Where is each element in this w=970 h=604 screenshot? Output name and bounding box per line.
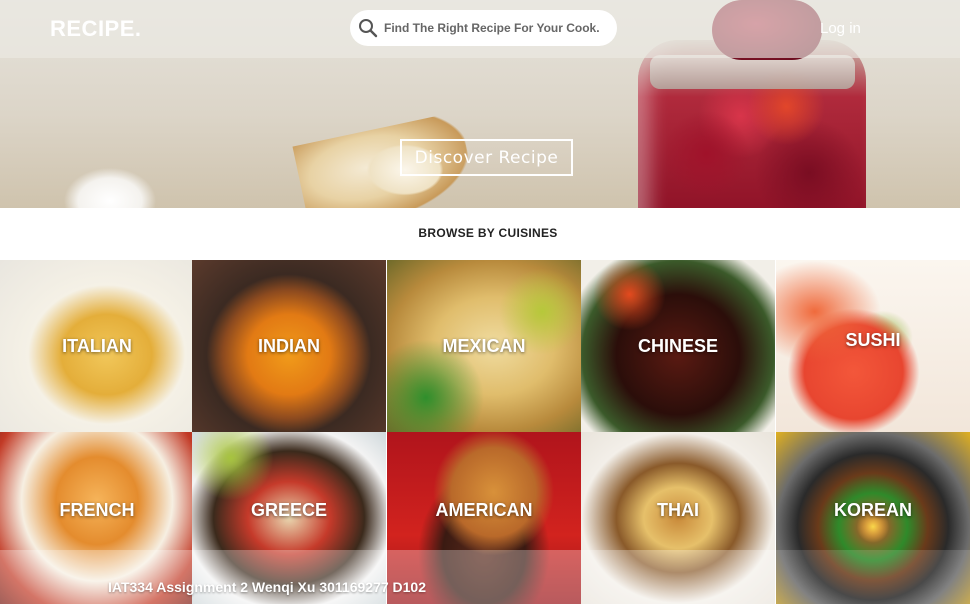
hero-cloth-decoration (60, 165, 160, 208)
site-logo[interactable]: RECIPE. (50, 16, 142, 42)
cuisine-label: AMERICAN (435, 499, 533, 520)
hero-jar-rim (650, 55, 855, 89)
cuisine-tile-sushi[interactable]: SUSHI (776, 260, 970, 432)
login-link[interactable]: Log in (820, 20, 861, 37)
footer-overlay-right (776, 550, 970, 604)
cuisine-label: INDIAN (258, 335, 320, 356)
cuisine-tile-mexican[interactable]: MEXICAN (387, 260, 581, 432)
cuisine-tile-indian[interactable]: INDIAN (192, 260, 386, 432)
search-icon (359, 19, 378, 38)
cuisine-tile-italian[interactable]: ITALIAN (0, 260, 194, 432)
footer-credit: IAT334 Assignment 2 Wenqi Xu 301169277 D… (108, 579, 427, 595)
cuisine-label: CHINESE (637, 335, 718, 356)
cuisine-label: THAI (657, 499, 699, 520)
search-input[interactable] (384, 21, 609, 35)
browse-section-title: BROWSE BY CUISINES (418, 226, 558, 240)
cuisine-label: FRENCH (59, 499, 135, 520)
cuisine-tile-chinese[interactable]: CHINESE (581, 260, 775, 432)
footer-overlay (0, 550, 776, 604)
discover-recipe-button[interactable]: Discover Recipe (400, 139, 573, 176)
cuisine-label: GREECE (250, 499, 328, 520)
search-bar[interactable] (350, 10, 617, 46)
cuisine-label: ITALIAN (62, 335, 132, 356)
cuisine-label: SUSHI (845, 329, 901, 350)
cuisine-label: KOREAN (833, 499, 912, 520)
cuisine-label: MEXICAN (442, 335, 526, 356)
